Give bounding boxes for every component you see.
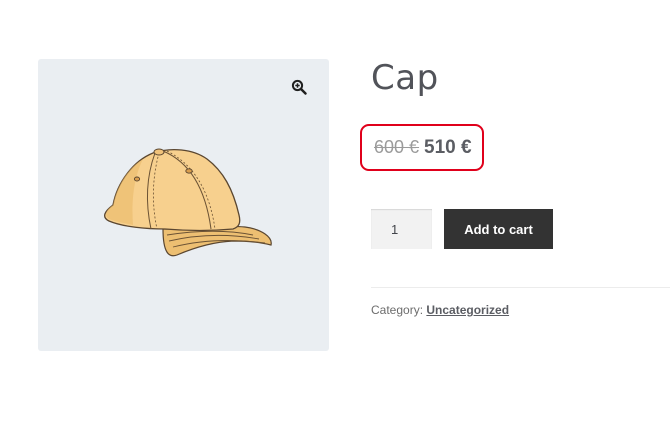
- sale-price: 510 €: [424, 137, 472, 158]
- quantity-input[interactable]: [371, 209, 432, 249]
- product-image[interactable]: [93, 145, 279, 263]
- product-title: Cap: [371, 58, 439, 98]
- zoom-in-icon: [291, 79, 307, 95]
- category-link[interactable]: Uncategorized: [426, 303, 509, 317]
- product-price: 600 € 510 €: [374, 137, 472, 159]
- product-gallery: [38, 59, 329, 351]
- divider: [371, 287, 670, 288]
- add-to-cart-button[interactable]: Add to cart: [444, 209, 553, 249]
- product-meta: Category: Uncategorized: [371, 303, 509, 317]
- regular-price: 600 €: [374, 137, 420, 157]
- product-page: Cap 600 € 510 € Add to cart Category: Un…: [0, 0, 670, 423]
- category-label: Category:: [371, 303, 424, 317]
- zoom-button[interactable]: [285, 73, 313, 101]
